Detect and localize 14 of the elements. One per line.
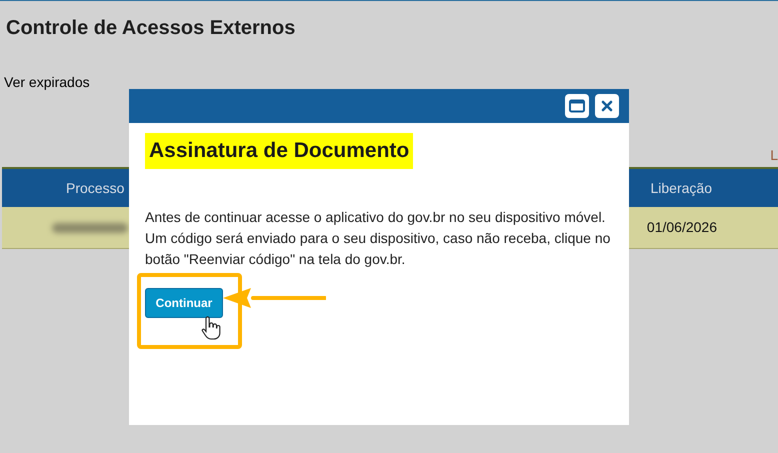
page-title: Controle de Acessos Externos [6,16,296,41]
dialog-message: Antes de continuar acesse o aplicativo do gov.br no seu dispositivo móvel. Um código será enviado para o seu dispositivo, caso não receba, clique no botão "Reenviar código" na tela do gov.br. [145,208,612,269]
column-header: Processo [66,178,124,198]
dialog-title: Assinatura de Documento [145,133,414,168]
close-icon [601,100,613,112]
column-header: Liberação [650,178,712,198]
maximize-icon [569,99,585,113]
maximize-button[interactable] [565,94,589,118]
hand-cursor-icon [201,316,221,340]
expired-link[interactable]: Ver expirados [4,74,90,90]
link-text[interactable]: L [770,145,778,165]
table-cell-text: 01/06/2026 [646,218,717,237]
close-button[interactable] [595,94,619,118]
continue-button[interactable]: Continuar [145,288,223,318]
